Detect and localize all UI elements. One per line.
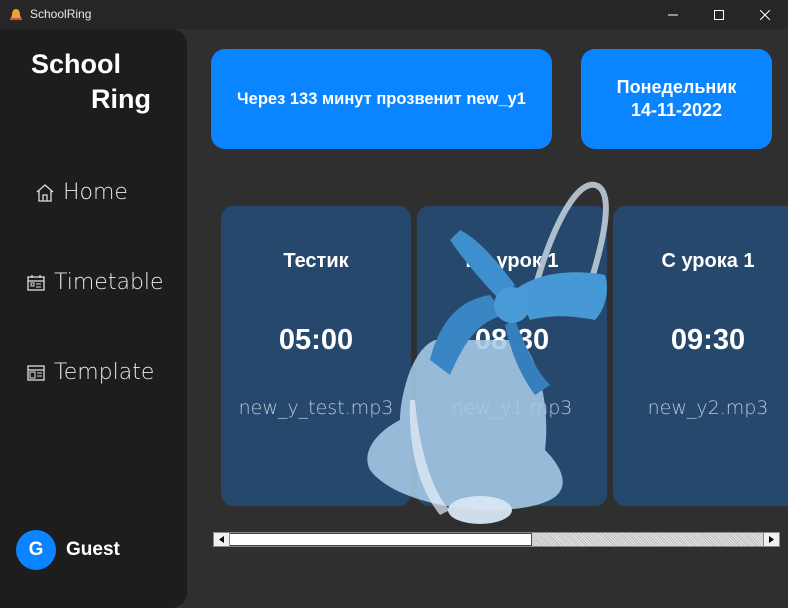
sidebar-item-template[interactable]: Template <box>26 360 154 385</box>
app-bell-icon <box>10 9 22 20</box>
user-name: Guest <box>66 539 120 560</box>
bell-time: 05:00 <box>278 324 354 356</box>
logo-line-1: School <box>31 49 122 79</box>
scroll-right-button[interactable] <box>763 533 779 546</box>
bell-card[interactable]: Тестик 05:00 new_y_test.mp3 <box>221 206 411 506</box>
user-profile[interactable]: G Guest <box>16 530 120 570</box>
sidebar-item-label: Timetable <box>54 270 164 295</box>
sidebar-item-timetable[interactable]: Timetable <box>26 270 164 295</box>
sidebar-item-home[interactable]: Home <box>35 180 128 205</box>
sidebar: School Ring Home Timetable Template G Gu… <box>0 29 187 608</box>
minimize-icon <box>668 14 678 15</box>
bell-card[interactable]: На урок 1 08:30 new_y1.mp3 <box>417 206 607 506</box>
bell-name: Тестик <box>283 250 349 272</box>
timetable-icon <box>27 274 45 291</box>
close-icon <box>760 9 770 20</box>
maximize-icon <box>714 9 724 20</box>
minimize-button[interactable] <box>650 0 696 29</box>
next-bell-countdown: Через 133 минут прозвенит new_y1 <box>211 49 552 149</box>
date-label: 14-11-2022 <box>630 100 723 120</box>
horizontal-scrollbar[interactable] <box>213 532 780 547</box>
template-icon <box>27 364 45 381</box>
scrollbar-thumb[interactable] <box>229 533 532 546</box>
scroll-left-icon <box>219 536 224 543</box>
current-date-card: Понедельник 14-11-2022 <box>581 49 772 149</box>
sidebar-item-label: Template <box>54 360 155 385</box>
bell-sound-file: new_y1.mp3 <box>451 397 573 419</box>
window-titlebar: SchoolRing <box>0 0 788 29</box>
maximize-button[interactable] <box>696 0 742 29</box>
weekday-label: Понедельник <box>616 77 737 97</box>
bell-sound-file: new_y2.mp3 <box>647 397 769 419</box>
logo-line-2: Ring <box>91 84 151 114</box>
bell-name: На урок 1 <box>465 250 559 272</box>
bell-card[interactable]: С урока 1 09:30 new_y2.mp3 <box>613 206 788 506</box>
sidebar-item-label: Home <box>63 180 128 205</box>
home-icon <box>36 183 54 202</box>
window-title: SchoolRing <box>30 7 92 21</box>
scroll-right-icon <box>769 536 774 543</box>
bell-name: С урока 1 <box>661 250 755 272</box>
avatar: G <box>16 530 56 570</box>
bell-time: 08:30 <box>474 324 550 356</box>
bell-time: 09:30 <box>670 324 746 356</box>
scroll-left-button[interactable] <box>214 533 230 546</box>
close-button[interactable] <box>742 0 788 29</box>
bell-sound-file: new_y_test.mp3 <box>238 397 394 419</box>
